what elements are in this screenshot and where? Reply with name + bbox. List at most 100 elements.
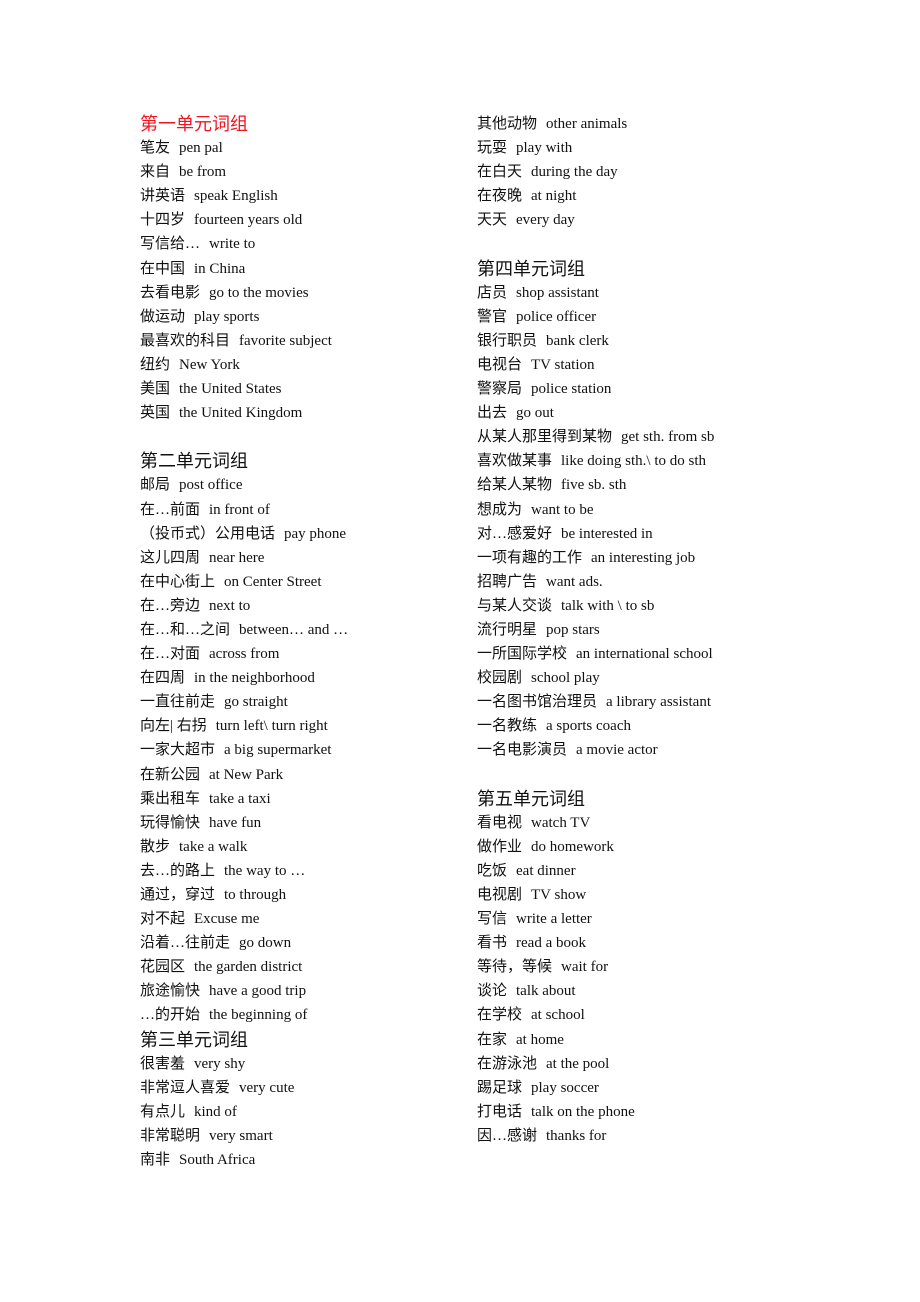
vocab-entry: 散步 take a walk <box>140 835 470 859</box>
section-heading: 第三单元词组 <box>140 1029 248 1050</box>
english-phrase: at the pool <box>546 1055 610 1072</box>
english-phrase: in the neighborhood <box>194 670 315 687</box>
vocab-entry: 在白天 during the day <box>477 160 777 184</box>
vocab-entry: 讲英语 speak English <box>140 184 470 208</box>
vocab-entry: 店员 shop assistant <box>477 281 777 305</box>
english-phrase: play sports <box>194 308 260 325</box>
english-phrase: speak English <box>194 188 278 205</box>
vocab-entry: 踢足球 play soccer <box>477 1076 777 1100</box>
vocab-entry: 在家 at home <box>477 1028 777 1052</box>
english-phrase: next to <box>209 597 251 614</box>
section-heading: 第五单元词组 <box>477 788 585 809</box>
vocab-entry: 写信给… write to <box>140 232 470 256</box>
vocab-entry: 校园剧 school play <box>477 666 777 690</box>
vocab-entry: 天天 every day <box>477 208 777 232</box>
vocab-entry: 对不起 Excuse me <box>140 907 470 931</box>
chinese-phrase: 非常聪明 <box>140 1127 201 1144</box>
chinese-phrase: 流行明星 <box>477 621 538 638</box>
vocab-entry: 电视台 TV station <box>477 353 777 377</box>
chinese-phrase: 打电话 <box>477 1103 523 1120</box>
vocab-entry: 招聘广告 want ads. <box>477 570 777 594</box>
vocab-entry: 非常聪明 very smart <box>140 1124 470 1148</box>
chinese-phrase: 玩得愉快 <box>140 814 201 831</box>
english-phrase: pay phone <box>284 525 347 542</box>
vocab-entry: 邮局 post office <box>140 473 470 497</box>
vocab-entry: 做运动 play sports <box>140 305 470 329</box>
chinese-phrase: 喜欢做某事 <box>477 453 553 470</box>
chinese-phrase: 一名图书馆治理员 <box>477 694 598 711</box>
english-phrase: read a book <box>516 935 586 952</box>
vocab-entry: 一家大超市 a big supermarket <box>140 738 470 762</box>
vocab-entry: 去…的路上 the way to … <box>140 859 470 883</box>
vocab-entry: 警官 police officer <box>477 305 777 329</box>
chinese-phrase: 想成为 <box>477 501 523 518</box>
english-phrase: bank clerk <box>546 332 609 349</box>
chinese-phrase: 在…对面 <box>140 646 201 663</box>
vocab-entry: 一直往前走 go straight <box>140 690 470 714</box>
english-phrase: talk about <box>516 983 576 1000</box>
vocab-entry: 旅途愉快 have a good trip <box>140 979 470 1003</box>
english-phrase: a movie actor <box>576 742 658 759</box>
chinese-phrase: 做运动 <box>140 308 186 325</box>
vocab-entry: 一项有趣的工作 an interesting job <box>477 546 777 570</box>
vocab-entry: 最喜欢的科目 favorite subject <box>140 329 470 353</box>
chinese-phrase: 在白天 <box>477 164 523 181</box>
english-phrase: shop assistant <box>516 284 599 301</box>
chinese-phrase: 乘出租车 <box>140 790 201 807</box>
english-phrase: at New Park <box>209 766 284 783</box>
english-phrase: get sth. from sb <box>621 429 715 446</box>
chinese-phrase: 写信 <box>477 911 508 928</box>
vocab-entry: 银行职员 bank clerk <box>477 329 777 353</box>
chinese-phrase: 等待，等候 <box>477 959 553 976</box>
chinese-phrase: 讲英语 <box>140 188 186 205</box>
english-phrase: at school <box>531 1007 585 1024</box>
english-phrase: turn left\ turn right <box>215 718 328 735</box>
chinese-phrase: 银行职员 <box>477 332 538 349</box>
chinese-phrase: 很害羞 <box>140 1055 186 1072</box>
vocab-entry: 玩得愉快 have fun <box>140 811 470 835</box>
chinese-phrase: 在家 <box>477 1031 508 1048</box>
english-phrase: thanks for <box>546 1127 607 1144</box>
chinese-phrase: 一所国际学校 <box>477 646 568 663</box>
vocab-entry: 在新公园 at New Park <box>140 763 470 787</box>
chinese-phrase: 南非 <box>140 1152 171 1169</box>
chinese-phrase: 在中心街上 <box>140 573 216 590</box>
chinese-phrase: （投币式）公用电话 <box>140 525 276 542</box>
english-phrase: go to the movies <box>209 284 309 301</box>
english-phrase: between… and … <box>239 621 349 638</box>
chinese-phrase: 来自 <box>140 164 171 181</box>
chinese-phrase: …的开始 <box>140 1007 201 1024</box>
section-heading: 第一单元词组 <box>140 114 248 134</box>
vocab-entry: …的开始 the beginning of <box>140 1003 470 1027</box>
chinese-phrase: 非常逗人喜爱 <box>140 1079 231 1096</box>
left-column: 第一单元词组 笔友 pen pal 来自 be from 讲英语 speak English… <box>140 112 470 1172</box>
vocab-entry: 南非 South Africa <box>140 1148 470 1172</box>
chinese-phrase: 散步 <box>140 838 171 855</box>
vocab-entry: 有点儿 kind of <box>140 1100 470 1124</box>
english-phrase: very smart <box>209 1127 273 1144</box>
vocab-entry: 沿着…往前走 go down <box>140 931 470 955</box>
chinese-phrase: 在…前面 <box>140 501 201 518</box>
english-phrase: favorite subject <box>239 332 332 349</box>
vocab-entry: 从某人那里得到某物 get sth. from sb <box>477 425 777 449</box>
english-phrase: want ads. <box>546 573 603 590</box>
chinese-phrase: 这儿四周 <box>140 549 201 566</box>
english-phrase: do homework <box>531 838 614 855</box>
vocab-entry: 在中心街上 on Center Street <box>140 570 470 594</box>
english-phrase: other animals <box>546 116 628 132</box>
chinese-phrase: 天天 <box>477 212 508 229</box>
chinese-phrase: 纽约 <box>140 356 171 373</box>
chinese-phrase: 美国 <box>140 381 171 398</box>
vocab-entry: 看书 read a book <box>477 931 777 955</box>
english-phrase: an interesting job <box>591 549 696 566</box>
english-phrase: Excuse me <box>194 911 260 928</box>
vocab-entry: 很害羞 very shy <box>140 1052 470 1076</box>
english-phrase: wait for <box>561 959 609 976</box>
vocab-entry: 在…旁边 next to <box>140 594 470 618</box>
english-phrase: play soccer <box>531 1079 599 1096</box>
english-phrase: kind of <box>194 1103 237 1120</box>
chinese-phrase: 电视台 <box>477 356 523 373</box>
vocab-entry: 其他动物 other animals <box>477 112 777 136</box>
english-phrase: on Center Street <box>224 573 322 590</box>
